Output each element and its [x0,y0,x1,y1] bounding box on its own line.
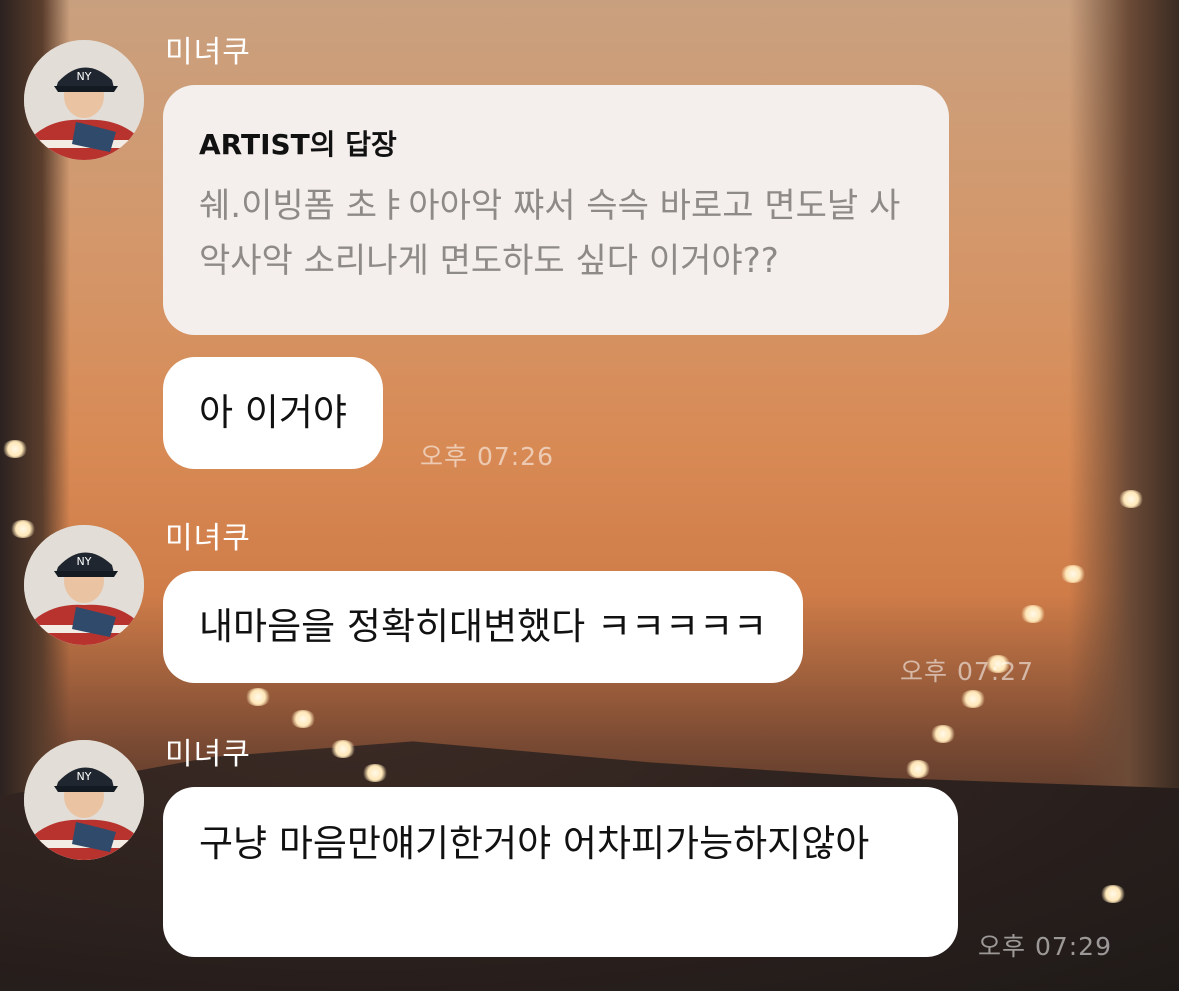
sender-name: 미녀쿠 [165,35,251,70]
message-timestamp: 오후 07:29 [978,932,1112,961]
sender-avatar[interactable]: NY [24,40,144,160]
sender-avatar[interactable]: NY [24,525,144,645]
message-text: 아 이거야 [199,391,347,434]
background-lamp [1118,490,1144,508]
background-lamp [362,764,388,782]
svg-text:NY: NY [77,70,92,83]
sender-name: 미녀쿠 [165,737,251,772]
svg-text:NY: NY [77,770,92,783]
background-post-right [1069,0,1179,991]
message-timestamp: 오후 07:26 [420,442,554,471]
user-photo-avatar-icon: NY [24,740,144,860]
message-bubble[interactable]: 구냥 마음만얘기한거야 어차피가능하지않아 [163,787,958,957]
background-lamp [290,710,316,728]
message-text: 내마음을 정확히대변했다 ㅋㅋㅋㅋㅋ [199,605,768,648]
reply-quote-title: ARTIST의 답장 [199,128,397,161]
background-lamp [2,440,28,458]
background-lamp [1020,605,1046,623]
sender-name: 미녀쿠 [165,521,251,556]
message-bubble[interactable]: 아 이거야 [163,357,383,469]
svg-text:NY: NY [77,555,92,568]
background-lamp [905,760,931,778]
background-lamp [1100,885,1126,903]
background-lamp [10,520,36,538]
sender-avatar[interactable]: NY [24,740,144,860]
reply-quote-text: 쉐.이빙폼 초ㅑ아아악 쨔서 슥슥 바로고 면도날 사악사악 소리나게 면도하도… [199,186,901,281]
background-lamp [245,688,271,706]
background-lamp [330,740,356,758]
background-lamp [930,725,956,743]
background-lamp [1060,565,1086,583]
user-photo-avatar-icon: NY [24,40,144,160]
reply-quote-bubble[interactable]: ARTIST의 답장 쉐.이빙폼 초ㅑ아아악 쨔서 슥슥 바로고 면도날 사악사… [163,85,949,335]
message-text: 구냥 마음만얘기한거야 어차피가능하지않아 [199,822,870,865]
background-lamp [960,690,986,708]
message-bubble[interactable]: 내마음을 정확히대변했다 ㅋㅋㅋㅋㅋ [163,571,804,683]
user-photo-avatar-icon: NY [24,525,144,645]
message-timestamp: 오후 07:27 [900,657,1034,686]
